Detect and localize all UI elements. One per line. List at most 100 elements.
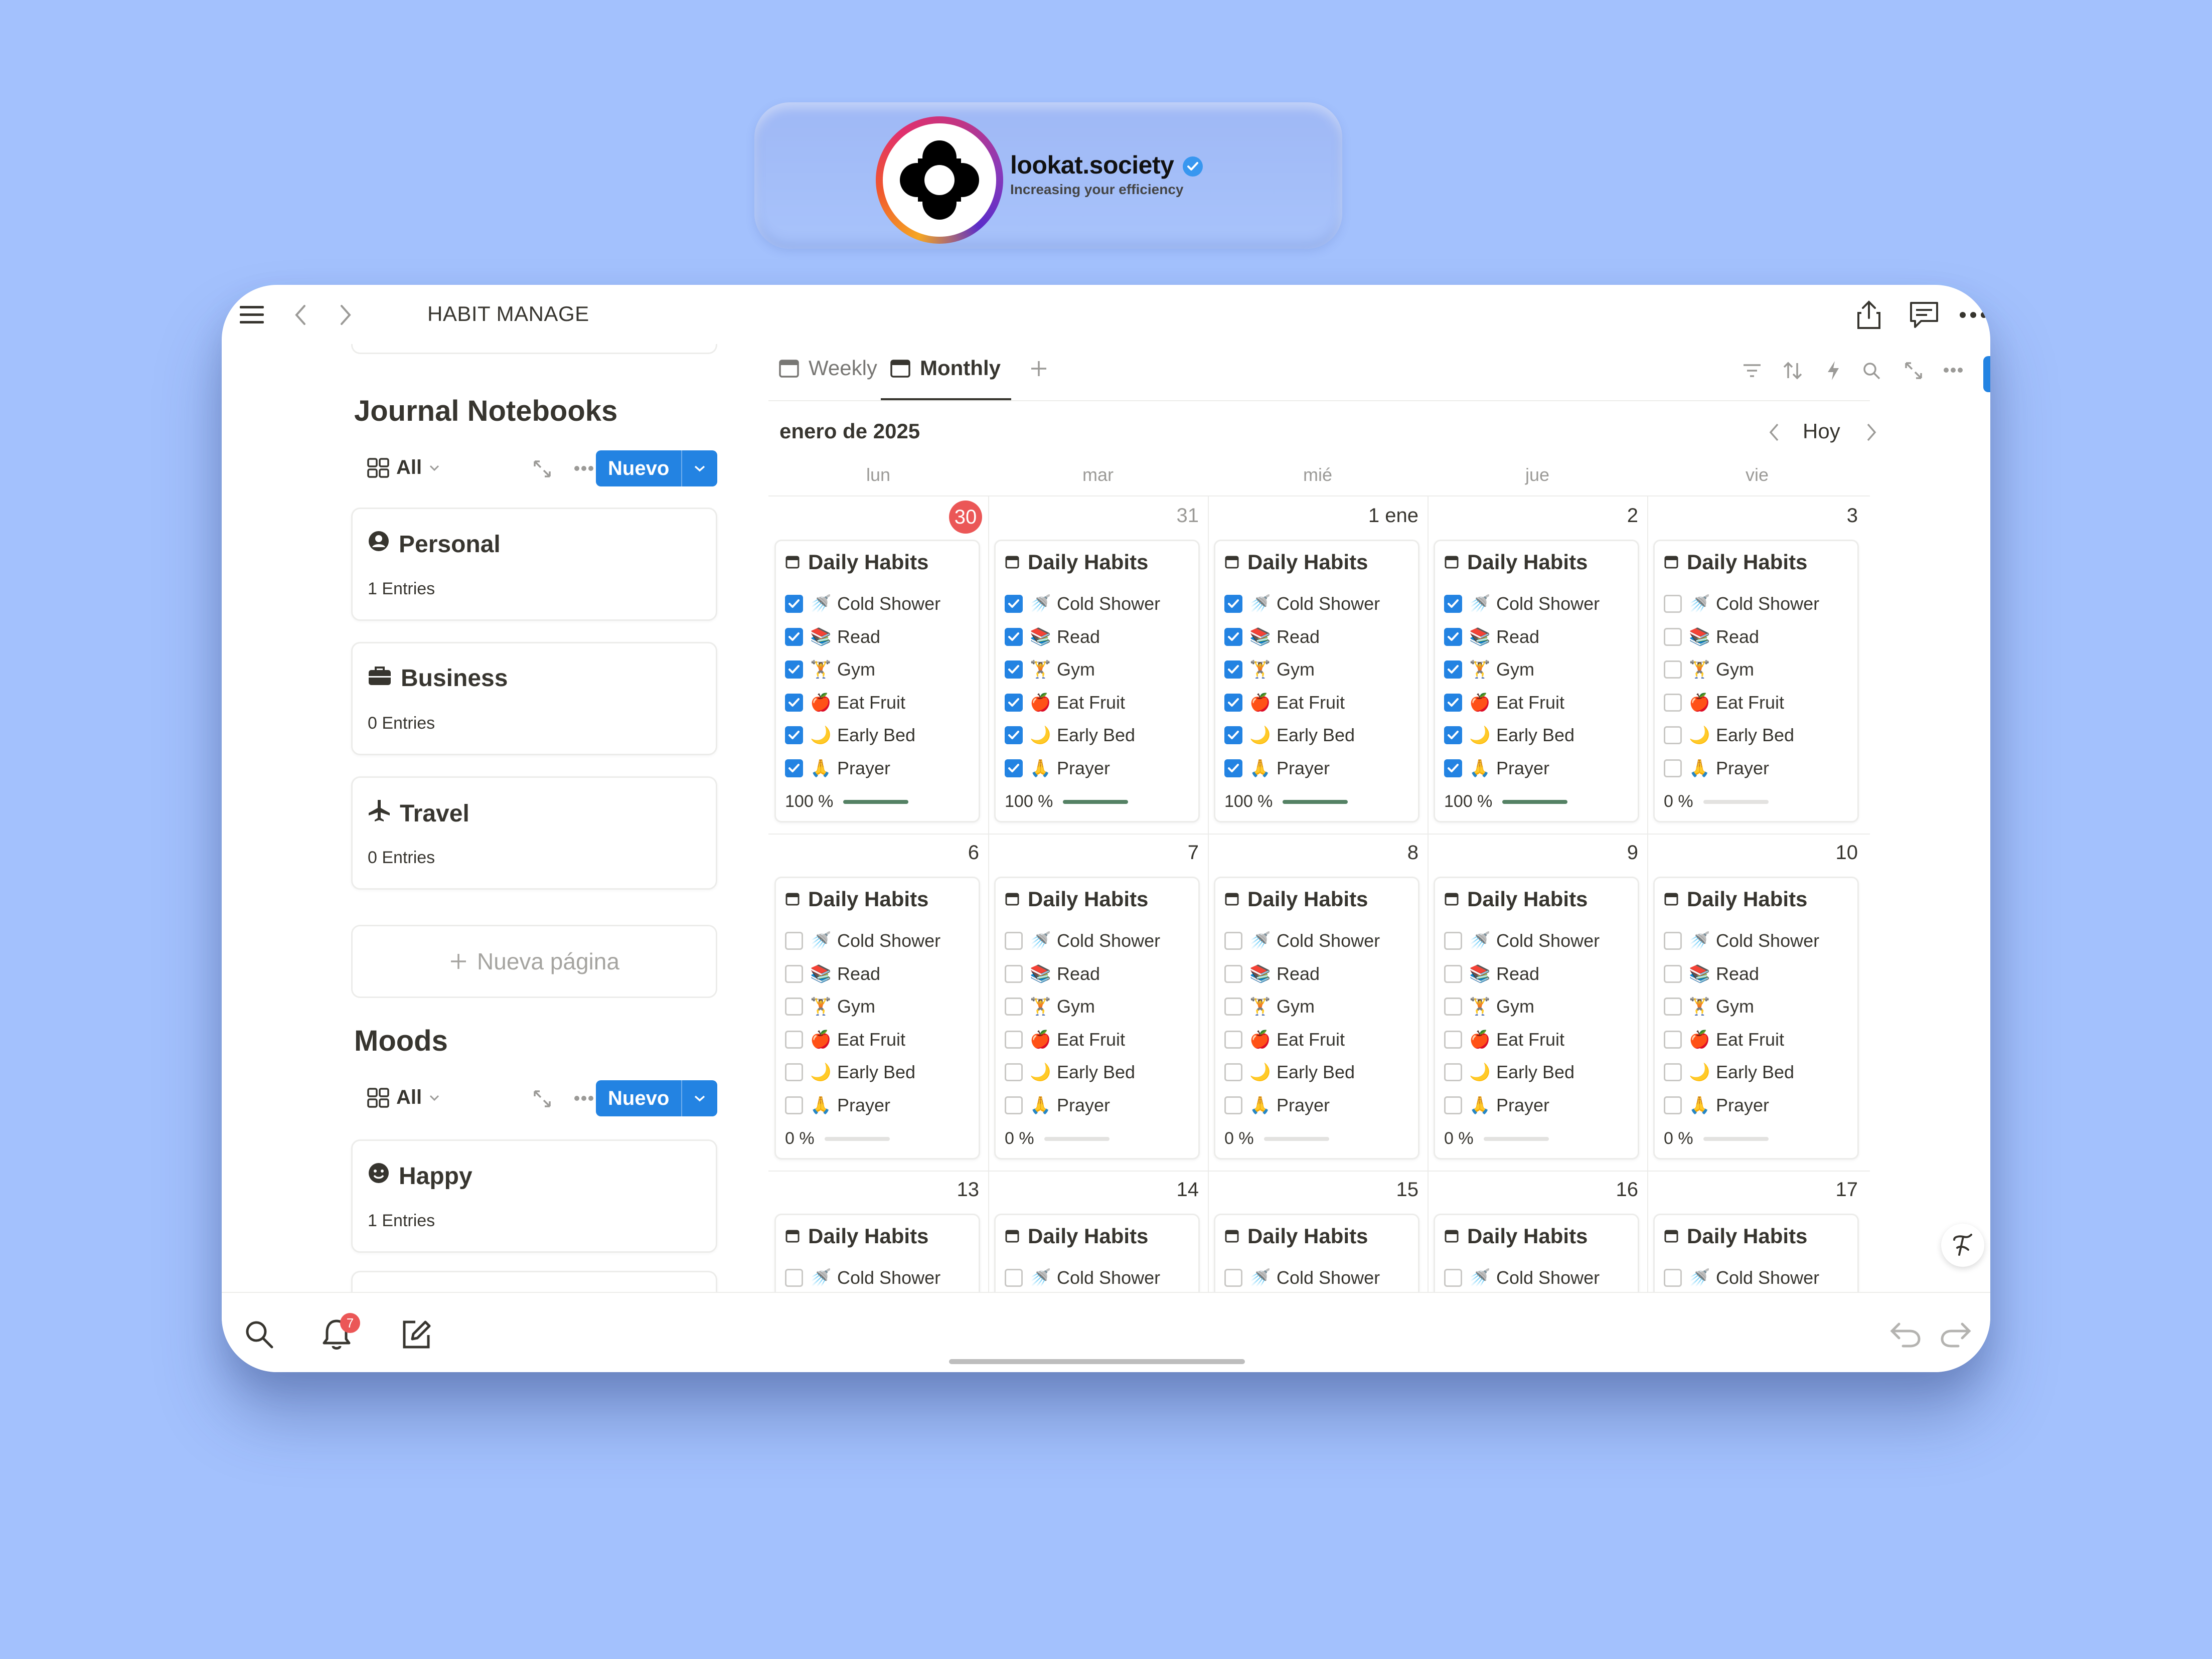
- add-view-icon[interactable]: [1029, 359, 1048, 378]
- habit-checkbox[interactable]: [1005, 759, 1023, 777]
- habit-checkbox[interactable]: [785, 1096, 803, 1114]
- habit-checkbox[interactable]: [1224, 1269, 1242, 1287]
- habit-checkbox[interactable]: [1664, 726, 1682, 744]
- habit-checkbox[interactable]: [1005, 1096, 1023, 1114]
- habit-checkbox[interactable]: [1224, 726, 1242, 744]
- ai-assistant-button[interactable]: [1941, 1224, 1984, 1267]
- daily-habits-card[interactable]: Daily Habits🚿Cold Shower📚Read🏋Gym🍎Eat Fr…: [774, 1214, 980, 1292]
- calendar-new-button[interactable]: Nuevo: [1983, 356, 1990, 392]
- habit-checkbox[interactable]: [785, 998, 803, 1016]
- habit-checkbox[interactable]: [1224, 932, 1242, 950]
- forward-icon[interactable]: [330, 300, 360, 330]
- chevron-down-icon[interactable]: [681, 1080, 717, 1116]
- habit-checkbox[interactable]: [1005, 998, 1023, 1016]
- comments-icon[interactable]: [1909, 300, 1939, 330]
- habit-checkbox[interactable]: [1005, 660, 1023, 679]
- habit-checkbox[interactable]: [1224, 693, 1242, 712]
- habit-checkbox[interactable]: [1444, 1030, 1462, 1049]
- habit-checkbox[interactable]: [1224, 595, 1242, 613]
- habit-checkbox[interactable]: [1444, 627, 1462, 646]
- daily-habits-card[interactable]: Daily Habits🚿Cold Shower📚Read🏋Gym🍎Eat Fr…: [1434, 877, 1639, 1159]
- habit-checkbox[interactable]: [1664, 595, 1682, 613]
- habit-checkbox[interactable]: [1444, 660, 1462, 679]
- day-number[interactable]: 16: [1503, 1179, 1639, 1201]
- db-card-peek[interactable]: [351, 1271, 717, 1292]
- habit-checkbox[interactable]: [1444, 964, 1462, 983]
- habit-checkbox[interactable]: [1444, 1269, 1462, 1287]
- redo-icon[interactable]: [1940, 1321, 1971, 1348]
- compose-icon[interactable]: [400, 1319, 431, 1350]
- chevron-down-icon[interactable]: [681, 450, 717, 486]
- habit-checkbox[interactable]: [1444, 595, 1462, 613]
- daily-habits-card[interactable]: Daily Habits🚿Cold Shower📚Read🏋Gym🍎Eat Fr…: [994, 540, 1200, 822]
- daily-habits-card[interactable]: Daily Habits🚿Cold Shower📚Read🏋Gym🍎Eat Fr…: [1653, 1214, 1859, 1292]
- daily-habits-card[interactable]: Daily Habits🚿Cold Shower📚Read🏋Gym🍎Eat Fr…: [994, 1214, 1200, 1292]
- habit-checkbox[interactable]: [1224, 1063, 1242, 1081]
- daily-habits-card[interactable]: Daily Habits🚿Cold Shower📚Read🏋Gym🍎Eat Fr…: [1214, 1214, 1419, 1292]
- search-icon[interactable]: [1862, 361, 1881, 380]
- habit-checkbox[interactable]: [1005, 726, 1023, 744]
- habit-checkbox[interactable]: [785, 693, 803, 712]
- day-number[interactable]: 3: [1722, 505, 1858, 527]
- day-number[interactable]: 17: [1722, 1179, 1858, 1201]
- habit-checkbox[interactable]: [1005, 1269, 1023, 1287]
- habit-checkbox[interactable]: [1664, 964, 1682, 983]
- habit-checkbox[interactable]: [1005, 1030, 1023, 1049]
- habit-checkbox[interactable]: [785, 660, 803, 679]
- habit-checkbox[interactable]: [785, 627, 803, 646]
- daily-habits-card[interactable]: Daily Habits🚿Cold Shower📚Read🏋Gym🍎Eat Fr…: [1653, 540, 1859, 822]
- day-number[interactable]: 15: [1283, 1179, 1419, 1201]
- journal-new-button[interactable]: Nuevo: [596, 450, 718, 486]
- habit-checkbox[interactable]: [1664, 627, 1682, 646]
- more-icon[interactable]: [574, 465, 594, 471]
- habit-checkbox[interactable]: [1444, 932, 1462, 950]
- search-icon[interactable]: [244, 1319, 274, 1349]
- day-number[interactable]: 9: [1503, 842, 1638, 864]
- avatar[interactable]: [876, 116, 1003, 244]
- habit-checkbox[interactable]: [785, 595, 803, 613]
- day-number[interactable]: 31: [1063, 505, 1199, 527]
- habit-checkbox[interactable]: [1224, 759, 1242, 777]
- habit-checkbox[interactable]: [1664, 932, 1682, 950]
- sort-icon[interactable]: [1783, 361, 1803, 380]
- habit-checkbox[interactable]: [1005, 693, 1023, 712]
- moods-view-selector[interactable]: All: [367, 1086, 440, 1109]
- share-icon[interactable]: [1854, 300, 1884, 330]
- habit-checkbox[interactable]: [1224, 627, 1242, 646]
- daily-habits-card[interactable]: Daily Habits🚿Cold Shower📚Read🏋Gym🍎Eat Fr…: [1214, 540, 1419, 822]
- habit-checkbox[interactable]: [1664, 759, 1682, 777]
- journal-view-selector[interactable]: All: [367, 456, 440, 479]
- habit-checkbox[interactable]: [785, 759, 803, 777]
- new-page-button[interactable]: Nueva página: [351, 925, 717, 998]
- daily-habits-card[interactable]: Daily Habits🚿Cold Shower📚Read🏋Gym🍎Eat Fr…: [1653, 877, 1859, 1159]
- habit-checkbox[interactable]: [1224, 1096, 1242, 1114]
- habit-checkbox[interactable]: [1444, 693, 1462, 712]
- moods-new-button[interactable]: Nuevo: [596, 1080, 718, 1116]
- daily-habits-card[interactable]: Daily Habits🚿Cold Shower📚Read🏋Gym🍎Eat Fr…: [994, 877, 1200, 1159]
- back-icon[interactable]: [286, 300, 316, 330]
- db-card-happy[interactable]: Happy 1 Entries: [351, 1139, 717, 1253]
- habit-checkbox[interactable]: [1444, 1096, 1462, 1114]
- habit-checkbox[interactable]: [1664, 1030, 1682, 1049]
- habit-checkbox[interactable]: [1664, 998, 1682, 1016]
- habit-checkbox[interactable]: [1664, 1269, 1682, 1287]
- db-card-personal[interactable]: Personal 1 Entries: [351, 508, 717, 621]
- habit-checkbox[interactable]: [1664, 1063, 1682, 1081]
- habit-checkbox[interactable]: [1444, 726, 1462, 744]
- habit-checkbox[interactable]: [1005, 1063, 1023, 1081]
- habit-checkbox[interactable]: [1444, 759, 1462, 777]
- expand-icon[interactable]: [533, 459, 552, 478]
- more-icon[interactable]: [1958, 300, 1988, 330]
- habit-checkbox[interactable]: [1005, 595, 1023, 613]
- next-month-icon[interactable]: [1865, 422, 1878, 445]
- daily-habits-card[interactable]: Daily Habits🚿Cold Shower📚Read🏋Gym🍎Eat Fr…: [1214, 877, 1419, 1159]
- more-icon[interactable]: [1943, 367, 1963, 373]
- day-number[interactable]: 1 ene: [1283, 505, 1418, 527]
- habit-checkbox[interactable]: [785, 1063, 803, 1081]
- habit-checkbox[interactable]: [1224, 964, 1242, 983]
- habit-checkbox[interactable]: [1224, 1030, 1242, 1049]
- db-card-business[interactable]: Business 0 Entries: [351, 642, 717, 755]
- today-day-number[interactable]: 30: [949, 501, 982, 534]
- habit-checkbox[interactable]: [1664, 693, 1682, 712]
- expand-icon[interactable]: [1904, 361, 1923, 380]
